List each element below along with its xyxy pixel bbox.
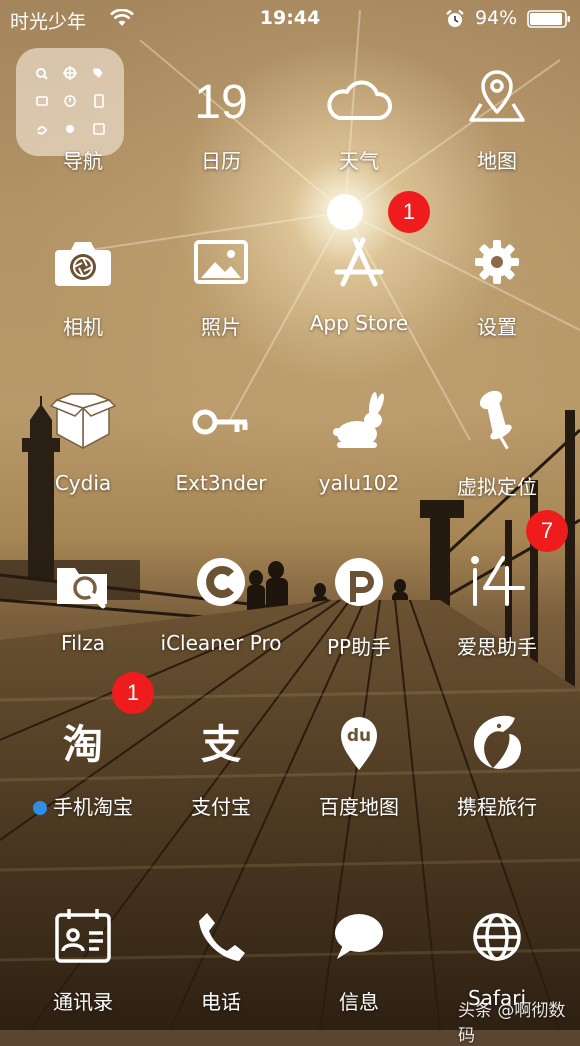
icleaner-icon [187, 548, 255, 616]
camera-icon [49, 228, 117, 296]
app-label: 虚拟定位 [457, 475, 537, 499]
app-i4-assistant[interactable]: 爱思助手 7 [432, 510, 568, 688]
taobao-icon: 淘 [49, 708, 117, 776]
dolphin-icon [463, 708, 531, 776]
app-label: 携程旅行 [457, 795, 537, 819]
app-icleaner-pro[interactable]: iCleaner Pro [156, 548, 286, 688]
app-app-store[interactable]: App Store 1 [294, 191, 430, 368]
app-label: 通讯录 [53, 990, 113, 1014]
app-label: App Store [309, 311, 409, 335]
app-label: iCleaner Pro [160, 631, 282, 655]
alarm-clock-icon [446, 9, 464, 27]
key-icon [187, 388, 255, 456]
app-label: 天气 [339, 149, 379, 173]
battery-icon [527, 10, 570, 28]
app-label: 电话 [201, 990, 241, 1014]
app-label: 百度地图 [319, 795, 399, 819]
watermark: 头条 @啊彻数码 [458, 1001, 566, 1046]
app-label: 手机淘宝 [3, 791, 163, 820]
app-label: yalu102 [318, 471, 400, 495]
phone-icon [187, 903, 255, 971]
alipay-icon: 支 [187, 708, 255, 776]
app-alipay[interactable]: 支 支付宝 [156, 708, 286, 848]
photos-icon [187, 228, 255, 296]
app-weather[interactable]: 天气 [294, 62, 424, 202]
rabbit-icon [325, 388, 393, 456]
cydia-box-icon [49, 388, 117, 456]
app-label: Cydia [54, 471, 112, 495]
battery-percent: 94% [475, 7, 518, 29]
weather-cloud-icon [325, 62, 393, 130]
app-label: 支付宝 [191, 795, 251, 819]
app-label: 照片 [201, 315, 241, 339]
app-cydia[interactable]: Cydia [18, 388, 148, 528]
folder-icon [16, 48, 124, 156]
baidu-map-icon: du [325, 708, 393, 776]
dock-messages[interactable]: 信息 [294, 903, 424, 1043]
app-label: 爱思助手 [457, 635, 537, 659]
dock-contacts[interactable]: 通讯录 [18, 903, 148, 1043]
svg-text:支: 支 [201, 722, 241, 768]
app-label: 设置 [477, 315, 517, 339]
app-label: 导航 [63, 149, 103, 173]
calendar-icon: 19 [187, 62, 255, 130]
notification-badge: 1 [388, 191, 430, 233]
i4-icon [463, 548, 531, 616]
app-yalu102[interactable]: yalu102 [294, 388, 424, 528]
app-taobao[interactable]: 淘 手机淘宝 1 [18, 672, 154, 848]
svg-text:19: 19 [194, 76, 247, 129]
app-maps[interactable]: 地图 [432, 62, 562, 202]
app-calendar[interactable]: 19 日历 [156, 62, 286, 202]
app-ext3nder[interactable]: Ext3nder [156, 388, 286, 528]
map-icon [463, 62, 531, 130]
app-photos[interactable]: 照片 [156, 228, 286, 368]
svg-text:du: du [347, 726, 371, 746]
app-settings[interactable]: 设置 [432, 228, 562, 368]
app-virtual-location[interactable]: 虚拟定位 [432, 388, 562, 528]
app-baidu-maps[interactable]: du 百度地图 [294, 708, 424, 848]
message-bubble-icon [325, 903, 393, 971]
app-label: PP助手 [326, 635, 392, 659]
status-bar: 时光少年 19:44 94% [0, 0, 580, 38]
app-label: Ext3nder [175, 471, 267, 495]
app-label: 日历 [201, 149, 241, 173]
app-label: 信息 [339, 990, 379, 1014]
svg-text:淘: 淘 [63, 722, 103, 768]
app-camera[interactable]: 相机 [18, 228, 148, 368]
app-pp-assistant[interactable]: PP助手 [294, 548, 424, 688]
globe-icon [463, 903, 531, 971]
notification-badge: 7 [526, 510, 568, 552]
notification-badge: 1 [112, 672, 154, 714]
app-navigation-folder[interactable]: 导航 [16, 48, 148, 202]
app-label: 相机 [63, 315, 103, 339]
app-ctrip[interactable]: 携程旅行 [432, 708, 562, 848]
gear-icon [463, 228, 531, 296]
app-filza[interactable]: Filza [18, 548, 148, 688]
app-label: Filza [61, 631, 105, 655]
app-store-icon [325, 228, 393, 296]
folder-search-icon [49, 548, 117, 616]
dock-phone[interactable]: 电话 [156, 903, 286, 1043]
contacts-icon [49, 903, 117, 971]
pushpin-icon [463, 388, 531, 456]
app-label: 地图 [477, 149, 517, 173]
pp-icon [325, 548, 393, 616]
new-app-dot [33, 801, 47, 815]
